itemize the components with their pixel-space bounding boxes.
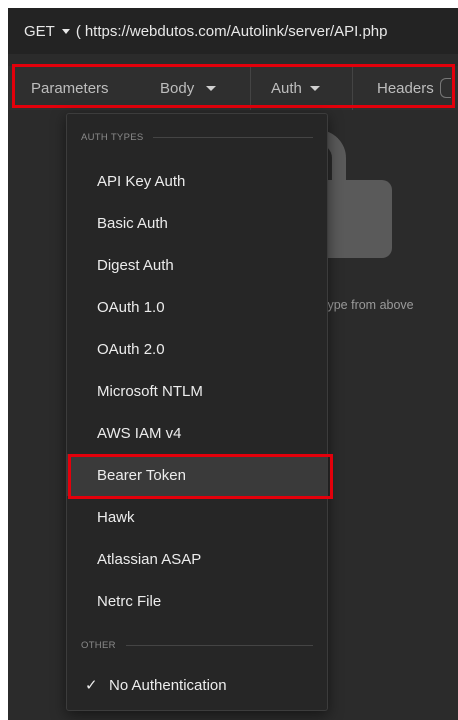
url-prefix: ( [75, 22, 81, 40]
chevron-down-icon [206, 85, 217, 91]
tab-label: Auth [271, 79, 302, 97]
url-input[interactable]: https://webdutos.com/Autolink/server/API… [85, 23, 388, 40]
menu-item-microsoft-ntlm[interactable]: Microsoft NTLM [67, 370, 327, 412]
menu-item-no-authentication[interactable]: ✓ No Authentication [67, 664, 327, 706]
tab-body[interactable]: Body [148, 66, 250, 110]
section-other: OTHER [81, 640, 313, 651]
section-auth-types: AUTH TYPES [81, 132, 313, 143]
auth-type-dropdown: AUTH TYPES API Key Auth Basic Auth Diges… [66, 113, 328, 711]
menu-item-api-key-auth[interactable]: API Key Auth [67, 160, 327, 202]
chevron-down-icon [61, 28, 70, 34]
tab-label: Parameters [31, 79, 109, 97]
app-window: GET ( https://webdutos.com/Autolink/serv… [8, 8, 458, 720]
menu-item-atlassian-asap[interactable]: Atlassian ASAP [67, 538, 327, 580]
menu-item-label: Netrc File [97, 592, 162, 610]
tab-auth[interactable]: Auth [250, 66, 352, 110]
menu-item-label: No Authentication [109, 676, 227, 694]
request-tabs: Parameters Body Auth Headers [8, 66, 458, 110]
divider [153, 137, 313, 138]
tab-parameters[interactable]: Parameters [8, 66, 148, 110]
menu-item-digest-auth[interactable]: Digest Auth [67, 244, 327, 286]
menu-item-oauth-2[interactable]: OAuth 2.0 [67, 328, 327, 370]
menu-item-label: Digest Auth [97, 256, 174, 274]
menu-item-label: OAuth 2.0 [97, 340, 165, 358]
menu-item-label: OAuth 1.0 [97, 298, 165, 316]
tab-headers[interactable]: Headers [352, 66, 451, 110]
menu-item-oauth-1[interactable]: OAuth 1.0 [67, 286, 327, 328]
checkmark-icon: ✓ [85, 677, 98, 694]
menu-item-netrc-file[interactable]: Netrc File [67, 580, 327, 622]
menu-item-label: AWS IAM v4 [97, 424, 182, 442]
section-label: AUTH TYPES [81, 132, 144, 143]
menu-item-label: Hawk [97, 508, 135, 526]
method-selector[interactable]: GET [24, 23, 76, 40]
tab-label: Headers [377, 79, 434, 97]
method-label: GET [24, 22, 55, 40]
empty-state-hint: type from above [324, 298, 414, 312]
chevron-down-icon [309, 85, 320, 91]
url-bar: GET ( https://webdutos.com/Autolink/serv… [8, 8, 458, 54]
divider [125, 645, 313, 646]
section-label: OTHER [81, 640, 116, 651]
tab-label: Body [160, 79, 195, 97]
menu-item-label: Atlassian ASAP [97, 550, 202, 568]
menu-item-label: Basic Auth [97, 214, 168, 232]
headers-count-badge [439, 78, 451, 98]
menu-item-hawk[interactable]: Hawk [67, 496, 327, 538]
menu-item-label: Bearer Token [97, 466, 186, 484]
menu-item-bearer-token[interactable]: Bearer Token [67, 454, 327, 496]
menu-item-label: Microsoft NTLM [97, 382, 203, 400]
menu-item-aws-iam-v4[interactable]: AWS IAM v4 [67, 412, 327, 454]
menu-item-basic-auth[interactable]: Basic Auth [67, 202, 327, 244]
menu-item-label: API Key Auth [97, 172, 186, 190]
